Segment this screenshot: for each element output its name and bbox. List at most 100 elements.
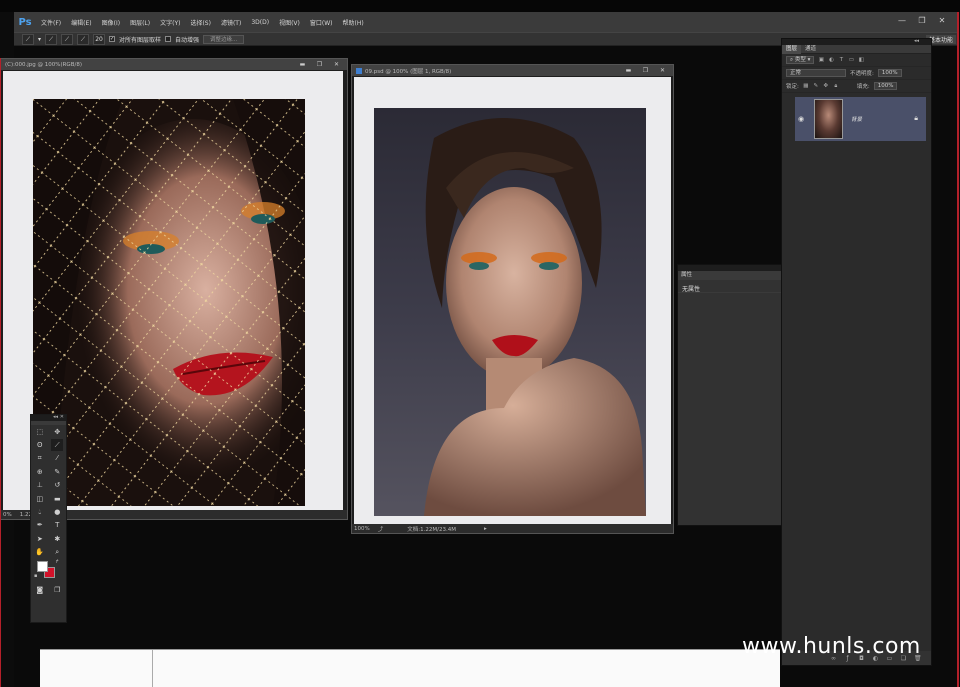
layer-name[interactable]: 背景: [851, 115, 862, 123]
restore-button[interactable]: ❐: [916, 15, 928, 27]
default-colors-icon[interactable]: ▪: [34, 573, 37, 579]
brush-size-picker[interactable]: 20: [93, 33, 106, 45]
doc2-minimize-button[interactable]: ▬: [624, 66, 633, 75]
sample-all-layers-label: 对所有图层取样: [119, 36, 162, 44]
menu-layer[interactable]: 图层(L): [125, 18, 155, 27]
type-tool-icon[interactable]: T: [51, 519, 63, 531]
filter-smart-object-icon[interactable]: ◧: [858, 57, 864, 63]
subtract-from-selection-icon[interactable]: ⟋: [77, 33, 90, 45]
brush-tool-icon[interactable]: ✎: [51, 466, 63, 478]
doc2-export-icon[interactable]: ⤴: [378, 525, 384, 533]
shape-tool-icon[interactable]: ✱: [51, 533, 63, 545]
screen-mode-icon[interactable]: ❐: [51, 584, 63, 596]
healing-brush-tool-icon[interactable]: ⊕: [34, 466, 46, 478]
dodge-tool-icon[interactable]: ●: [51, 506, 63, 518]
doc2-zoom[interactable]: 100%: [354, 526, 370, 532]
layer-kind-filter[interactable]: ⌕ 类型 ▾: [786, 56, 815, 64]
frame-top: [0, 0, 960, 12]
doc1-titlebar[interactable]: (C):000.jpg @ 100%(RGB/8) ▬ ❐ ✕: [1, 59, 347, 70]
minimize-button[interactable]: —: [896, 15, 908, 27]
eyedropper-tool-icon[interactable]: ⁄: [51, 452, 63, 464]
lock-fill-row: 锁定: ▦ ✎ ✥ 🔒︎ 填充: 100%: [782, 80, 931, 93]
doc1-zoom[interactable]: 0%: [3, 512, 12, 518]
marquee-tool-icon[interactable]: ⬚: [34, 426, 46, 438]
auto-enhance-checkbox[interactable]: [165, 36, 172, 42]
watermark: www.hunls.com: [742, 634, 921, 659]
menu-3d[interactable]: 3D(D): [246, 19, 274, 26]
doc1-minimize-button[interactable]: ▬: [298, 60, 307, 69]
blend-mode-select[interactable]: 正常: [786, 69, 846, 77]
menu-view[interactable]: 视图(V): [274, 18, 305, 27]
tools-panel-grip[interactable]: ◂◂ ✕: [31, 414, 66, 421]
color-swatches: ↱ ▪: [31, 559, 66, 583]
doc2-restore-button[interactable]: ❐: [641, 66, 650, 75]
menu-help[interactable]: 帮助(H): [338, 18, 369, 27]
add-to-selection-icon[interactable]: ⟋: [61, 33, 74, 45]
layer-row-background[interactable]: ◉ 背景 🔒︎: [795, 97, 926, 141]
swap-colors-icon[interactable]: ↱: [55, 559, 59, 565]
tool-preset-dropdown-icon[interactable]: ▾: [38, 36, 41, 43]
menu-edit[interactable]: 编辑(E): [66, 18, 96, 27]
menu-window[interactable]: 窗口(W): [305, 18, 338, 27]
fill-label: 填充:: [856, 84, 870, 90]
filter-shape-icon[interactable]: ▭: [848, 57, 854, 63]
doc2-titlebar[interactable]: 09.psd @ 100% (图层 1, RGB/8) ▬ ❐ ✕: [352, 65, 673, 76]
menu-bar: Ps 文件(F) 编辑(E) 图像(I) 图层(L) 文字(Y) 选择(S) 滤…: [14, 12, 958, 32]
tools-collapse-icon[interactable]: ◂◂: [53, 414, 58, 420]
menu-filter[interactable]: 滤镜(T): [216, 18, 246, 27]
foreground-color-swatch[interactable]: [37, 560, 48, 572]
quick-selection-tool-icon[interactable]: ⟋: [22, 33, 34, 45]
doc1-photo-net-portrait[interactable]: [33, 99, 305, 506]
tools-close-icon[interactable]: ✕: [60, 414, 64, 420]
menu-file[interactable]: 文件(F): [36, 18, 66, 27]
doc2-photo-portrait[interactable]: [374, 108, 646, 516]
filter-pixel-icon[interactable]: ▣: [818, 57, 824, 63]
bottom-strip: [40, 649, 780, 687]
filter-type-icon[interactable]: T: [838, 57, 844, 63]
path-selection-tool-icon[interactable]: ➤: [34, 533, 46, 545]
quick-selection-tool-icon[interactable]: ⟋: [51, 439, 64, 452]
doc2-canvas[interactable]: [354, 77, 671, 525]
lock-all-icon[interactable]: 🔒︎: [833, 83, 839, 89]
window-controls: — ❐ ✕: [896, 15, 948, 27]
history-brush-tool-icon[interactable]: ↺: [51, 479, 63, 491]
refine-edge-button[interactable]: 调整边缘...: [203, 34, 245, 44]
document-window-2: 09.psd @ 100% (图层 1, RGB/8) ▬ ❐ ✕ 100% ⤴…: [351, 64, 674, 534]
pen-tool-icon[interactable]: ✒: [34, 519, 46, 531]
doc1-restore-button[interactable]: ❐: [315, 60, 324, 69]
layers-collapse-icon[interactable]: ◂◂: [914, 38, 919, 44]
lock-pixels-icon[interactable]: ✎: [813, 83, 819, 89]
doc2-status-arrow-icon[interactable]: ▸: [484, 526, 487, 532]
menu-select[interactable]: 选择(S): [185, 18, 216, 27]
layer-kind-filter-value: 类型: [794, 57, 806, 63]
new-selection-icon[interactable]: ⟋: [45, 33, 58, 45]
quick-mask-icon[interactable]: ◙: [34, 584, 46, 596]
layers-panel-grip[interactable]: ◂◂: [782, 38, 931, 45]
layer-filter-row: ⌕ 类型 ▾ ▣ ◐ T ▭ ◧: [782, 54, 931, 67]
doc2-title: 09.psd @ 100% (图层 1, RGB/8): [365, 68, 452, 75]
gradient-tool-icon[interactable]: ▬: [51, 493, 63, 505]
tab-layers[interactable]: 图层: [782, 44, 802, 54]
clone-stamp-tool-icon[interactable]: ⊥: [34, 479, 46, 491]
crop-tool-icon[interactable]: ⌗: [34, 452, 46, 464]
sample-all-layers-checkbox[interactable]: ✓: [109, 36, 116, 42]
doc1-close-button[interactable]: ✕: [332, 60, 341, 69]
opacity-input[interactable]: 100%: [877, 69, 902, 77]
filter-adjustment-icon[interactable]: ◐: [828, 57, 834, 63]
fill-input[interactable]: 100%: [873, 82, 898, 90]
lasso-tool-icon[interactable]: ʘ: [34, 439, 46, 451]
zoom-tool-icon[interactable]: ⌕: [51, 546, 63, 558]
tab-channels[interactable]: 通道: [801, 45, 820, 54]
doc2-close-button[interactable]: ✕: [658, 66, 667, 75]
blur-tool-icon[interactable]: 💧︎: [34, 506, 46, 518]
hand-tool-icon[interactable]: ✋: [34, 546, 46, 558]
lock-transparency-icon[interactable]: ▦: [803, 83, 809, 89]
menu-image[interactable]: 图像(I): [97, 18, 125, 27]
lock-position-icon[interactable]: ✥: [823, 83, 829, 89]
eraser-tool-icon[interactable]: ◫: [34, 493, 46, 505]
doc1-title: (C):000.jpg @ 100%(RGB/8): [5, 61, 82, 68]
move-tool-icon[interactable]: ✥: [51, 426, 63, 438]
close-button[interactable]: ✕: [936, 15, 948, 27]
menu-type[interactable]: 文字(Y): [155, 18, 185, 27]
layer-visibility-eye-icon[interactable]: ◉: [798, 115, 806, 123]
